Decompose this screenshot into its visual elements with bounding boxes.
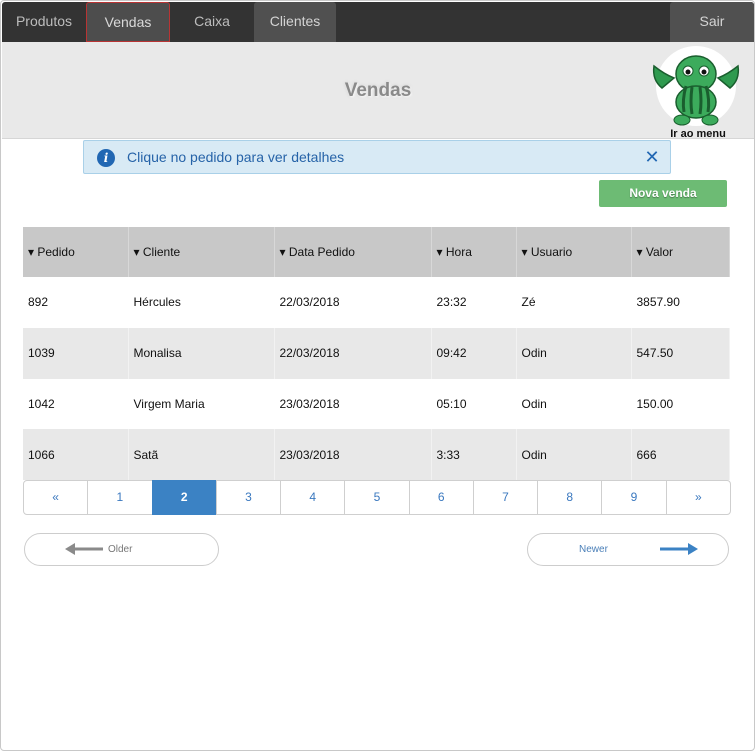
page-button-2[interactable]: 2 — [151, 480, 217, 515]
table-row[interactable]: 1039 Monalisa 22/03/2018 09:42 Odin 547.… — [23, 327, 730, 379]
nav-tab-vendas[interactable]: Vendas — [86, 2, 170, 42]
page-button-9[interactable]: 9 — [601, 480, 667, 515]
sort-icon: ▾ — [28, 245, 35, 259]
app-window: Produtos Vendas Caixa Clientes Sair Vend… — [0, 0, 755, 751]
sort-icon: ▾ — [521, 245, 528, 259]
info-alert: i Clique no pedido para ver detalhes ✕ — [83, 140, 671, 174]
older-label: Older — [108, 544, 133, 555]
table-row[interactable]: 892 Hércules 22/03/2018 23:32 Zé 3857.90 — [23, 277, 730, 328]
close-icon[interactable]: ✕ — [642, 146, 662, 168]
sales-table: ▾ Pedido ▾ Cliente ▾ Data Pedido ▾ Hora … — [23, 227, 730, 480]
cell-cliente: Hércules — [128, 277, 275, 328]
nav-tab-caixa[interactable]: Caixa — [170, 2, 254, 42]
cell-hora: 09:42 — [431, 327, 517, 379]
column-header-cliente[interactable]: ▾ Cliente — [128, 227, 275, 277]
cell-data: 23/03/2018 — [274, 378, 432, 430]
cthulhu-mascot-icon[interactable] — [648, 44, 744, 139]
column-header-data-pedido[interactable]: ▾ Data Pedido — [274, 227, 432, 277]
menu-link[interactable]: Ir ao menu — [656, 128, 740, 140]
page-button-4[interactable]: 4 — [280, 480, 346, 515]
page-header: Vendas Ir ao menu — [2, 42, 754, 140]
column-header-valor[interactable]: ▾ Valor — [631, 227, 730, 277]
sort-icon: ▾ — [133, 245, 140, 259]
cell-data: 22/03/2018 — [274, 277, 432, 328]
cell-valor: 547.50 — [631, 327, 730, 379]
cell-pedido: 1042 — [23, 378, 129, 430]
column-header-pedido[interactable]: ▾ Pedido — [23, 227, 129, 277]
cell-valor: 3857.90 — [631, 277, 730, 328]
cell-usuario: Odin — [516, 378, 632, 430]
cell-pedido: 1066 — [23, 429, 129, 480]
logout-button[interactable]: Sair — [670, 2, 754, 42]
table-row[interactable]: 1066 Satã 23/03/2018 3:33 Odin 666 — [23, 429, 730, 480]
page-button-7[interactable]: 7 — [472, 480, 539, 515]
cell-hora: 23:32 — [431, 277, 517, 328]
page-button-3[interactable]: 3 — [215, 480, 282, 515]
page-button-6[interactable]: 6 — [408, 480, 474, 515]
cell-data: 22/03/2018 — [274, 327, 432, 379]
table-row[interactable]: 1042 Virgem Maria 23/03/2018 05:10 Odin … — [23, 378, 730, 430]
cell-data: 23/03/2018 — [274, 429, 432, 480]
cell-hora: 05:10 — [431, 378, 517, 430]
sort-icon: ▾ — [436, 245, 443, 259]
nav-tab-produtos[interactable]: Produtos — [2, 2, 86, 42]
cell-pedido: 892 — [23, 277, 129, 328]
sort-icon: ▾ — [279, 245, 286, 259]
cell-cliente: Monalisa — [128, 327, 275, 379]
newer-button[interactable]: Newer — [527, 533, 729, 566]
page-button-1[interactable]: 1 — [87, 480, 153, 515]
top-nav: Produtos Vendas Caixa Clientes Sair — [2, 2, 754, 42]
newer-label: Newer — [579, 544, 608, 555]
arrow-right-icon — [660, 543, 698, 555]
page-next-button[interactable]: » — [665, 480, 731, 515]
sort-icon: ▾ — [636, 245, 643, 259]
page-button-5[interactable]: 5 — [344, 480, 410, 515]
nav-tab-clientes[interactable]: Clientes — [254, 2, 336, 42]
cell-valor: 666 — [631, 429, 730, 480]
older-button[interactable]: Older — [24, 533, 219, 566]
cell-cliente: Satã — [128, 429, 275, 480]
cell-pedido: 1039 — [23, 327, 129, 379]
arrow-left-icon — [65, 543, 103, 555]
page-title: Vendas — [344, 80, 412, 101]
info-icon: i — [97, 149, 115, 167]
cell-usuario: Odin — [516, 429, 632, 480]
cell-valor: 150.00 — [631, 378, 730, 430]
table-header-row: ▾ Pedido ▾ Cliente ▾ Data Pedido ▾ Hora … — [23, 227, 730, 277]
cell-usuario: Odin — [516, 327, 632, 379]
cell-usuario: Zé — [516, 277, 632, 328]
column-header-usuario[interactable]: ▾ Usuario — [516, 227, 632, 277]
pagination: « 1 2 3 4 5 6 7 8 9 » — [23, 480, 731, 515]
new-sale-button[interactable]: Nova venda — [599, 180, 727, 207]
page-prev-button[interactable]: « — [23, 480, 89, 515]
column-header-hora[interactable]: ▾ Hora — [431, 227, 517, 277]
alert-message: Clique no pedido para ver detalhes — [127, 149, 345, 165]
page-button-8[interactable]: 8 — [537, 480, 603, 515]
cell-hora: 3:33 — [431, 429, 517, 480]
cell-cliente: Virgem Maria — [128, 378, 275, 430]
